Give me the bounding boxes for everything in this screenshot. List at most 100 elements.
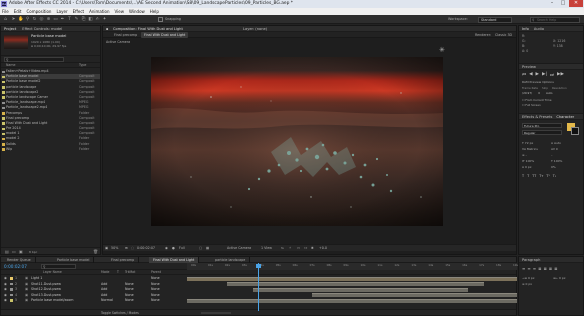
justify-right-icon[interactable]: ≣ (549, 266, 552, 271)
stroke-color-swatch[interactable] (571, 127, 579, 135)
timeline-layer-row[interactable]: ◉ 4 ▣ Shot13.Dust.psew Add None None (1, 293, 181, 298)
layer-trkmat-dropdown[interactable]: None (125, 298, 134, 303)
layer-parent-dropdown[interactable]: None (151, 287, 160, 292)
timeline-timecode[interactable]: 0:00:02:07 (4, 263, 27, 270)
frame-rate-value[interactable]: (29.97) (522, 91, 532, 95)
rectangle-tool-icon[interactable]: ▭ (53, 17, 58, 22)
zoom-tool-icon[interactable]: ⚲ (25, 17, 30, 22)
nav-final-precomp[interactable]: Final precomp (111, 32, 140, 38)
show-channel-icon[interactable]: ● (172, 245, 175, 252)
layer-name[interactable]: Shot13.Dust.psew (31, 293, 61, 298)
justify-left-icon[interactable]: ≣ (538, 266, 541, 271)
composition-viewer[interactable] (151, 57, 443, 226)
small-caps-button[interactable]: Tт (539, 174, 543, 178)
roto-brush-tool-icon[interactable]: ✍ (95, 17, 100, 22)
font-style-dropdown[interactable]: Regular (522, 130, 562, 135)
puppet-tool-icon[interactable]: ✦ (102, 17, 107, 22)
superscript-button[interactable]: T¹ (546, 174, 549, 178)
transparency-grid-icon[interactable]: ▦ (206, 245, 209, 252)
layer-mode-dropdown[interactable]: Add (101, 293, 107, 298)
menu-file[interactable]: File (2, 8, 9, 15)
nav-final-with-dust[interactable]: Final With Dust and Light (141, 32, 189, 38)
layer-parent-dropdown[interactable]: None (151, 298, 160, 303)
light-position-icon[interactable]: ✳ (439, 46, 445, 54)
character-tab[interactable]: Character (556, 114, 574, 119)
mask-visibility-icon[interactable]: ◌ (131, 245, 134, 252)
time-ruler[interactable]: 00s 01s 02s 03s 04s 05s 06s 07s 08s 09s 10s 11s 12s 1… (187, 263, 518, 270)
home-icon[interactable]: ⌂ (3, 17, 8, 22)
minimize-icon[interactable]: – (547, 0, 557, 7)
layer-name[interactable]: Shot12.Dust.psew (31, 287, 61, 292)
exposure-icon[interactable]: ✺ (311, 245, 314, 252)
justify-center-icon[interactable]: ≣ (543, 266, 546, 271)
fast-previews-icon[interactable]: ⚡ (289, 245, 291, 252)
project-item[interactable]: Wip Folder (1, 147, 100, 152)
trash-icon[interactable]: 🗑 (93, 249, 98, 254)
next-frame-icon[interactable]: ▶| (542, 72, 547, 78)
always-preview-icon[interactable]: ▣ (105, 245, 108, 252)
project-search-input[interactable]: ⚲ (4, 57, 64, 62)
zoom-slider[interactable] (201, 312, 231, 314)
timeline-icon[interactable]: ▭ (297, 245, 300, 252)
close-icon[interactable]: ✕ (569, 0, 583, 7)
menu-animation[interactable]: Animation (89, 8, 109, 15)
visibility-eye-icon[interactable]: ◉ (4, 276, 7, 281)
layer-name[interactable]: Shot11.Dust.psew (31, 282, 61, 287)
layer-name[interactable]: Particle base model/zoom (31, 298, 74, 303)
timeline-layer-row[interactable]: ◉ 1 ▣ Light 1 None (1, 276, 181, 281)
all-caps-button[interactable]: TT (532, 174, 536, 178)
faux-bold-button[interactable]: T (522, 174, 524, 178)
playhead-handle[interactable] (256, 264, 261, 268)
type-tool-icon[interactable]: T (67, 17, 72, 22)
snapping-checkbox[interactable] (158, 17, 163, 22)
font-family-dropdown[interactable]: Futura Pro (522, 123, 562, 128)
search-help-input[interactable]: ⚲ Search Help (530, 16, 580, 23)
layer-duration-bar[interactable] (312, 293, 517, 297)
menu-edit[interactable]: Edit (14, 8, 22, 15)
rotate-tool-icon[interactable]: ↻ (32, 17, 37, 22)
column-name-header[interactable]: Name (6, 63, 15, 68)
timeline-search-input[interactable]: ⚲ (41, 264, 76, 269)
subscript-button[interactable]: T₁ (553, 174, 556, 178)
space-before-field[interactable]: ≡ 0 px (522, 281, 535, 287)
align-center-icon[interactable]: ≡ (527, 266, 530, 271)
new-folder-icon[interactable]: ▭ (12, 249, 16, 254)
indent-right-field[interactable]: ≡← 0 px (553, 275, 566, 281)
bpc-label[interactable]: 8 bpc (29, 250, 37, 254)
layer-mode-dropdown[interactable]: Normal (101, 298, 113, 303)
resolution-value[interactable]: Auto (546, 91, 553, 95)
layer-trkmat-dropdown[interactable]: None (125, 282, 134, 287)
layer-mode-dropdown[interactable]: Add (101, 282, 107, 287)
layer-parent-dropdown[interactable]: None (151, 293, 160, 298)
hand-tool-icon[interactable]: ✋ (18, 17, 24, 22)
layer-duration-bar[interactable] (226, 282, 484, 286)
first-frame-icon[interactable]: ⏮ (522, 72, 526, 78)
pen-tool-icon[interactable]: ✒ (60, 17, 65, 22)
ram-preview-label[interactable]: RAM Preview Options (522, 80, 554, 84)
view-layout-dropdown[interactable]: 1 View (261, 245, 272, 252)
baseline-shift-field[interactable]: A 0 px (522, 164, 538, 170)
flowchart-icon[interactable]: ⊶ (304, 245, 307, 252)
resolution-dropdown[interactable]: Full (179, 245, 185, 252)
layer-mode-dropdown[interactable]: Add (101, 287, 107, 292)
layer-duration-bar[interactable] (187, 276, 517, 281)
pan-behind-tool-icon[interactable]: ⊕ (46, 17, 51, 22)
menu-view[interactable]: View (115, 8, 125, 15)
toggle-switches-modes[interactable]: Toggle Switches / Modes (101, 310, 139, 316)
menu-composition[interactable]: Composition (26, 8, 51, 15)
toggle-pixel-aspect-icon[interactable]: ⇋ (281, 245, 284, 252)
last-frame-icon[interactable]: ⏭ (550, 72, 554, 78)
audio-tab[interactable]: Audio (534, 26, 544, 31)
column-type-header[interactable]: Type (79, 63, 86, 68)
from-current-time-checkbox[interactable]: ☐ From Current Time (522, 98, 551, 102)
info-tab[interactable]: Info (522, 26, 529, 31)
visibility-eye-icon[interactable]: ◉ (4, 287, 7, 292)
workspace-dropdown[interactable]: Standard (478, 16, 512, 23)
timeline-layer-row[interactable]: ◉ 3 ▣ Shot12.Dust.psew Add None None (1, 287, 181, 292)
menu-effect[interactable]: Effect (73, 8, 85, 15)
layer-parent-dropdown[interactable]: None (151, 282, 160, 287)
current-time-indicator[interactable] (258, 263, 259, 311)
region-of-interest-icon[interactable]: ▢ (199, 245, 202, 252)
maximize-icon[interactable]: □ (558, 0, 568, 7)
layer-trkmat-dropdown[interactable]: None (125, 287, 134, 292)
